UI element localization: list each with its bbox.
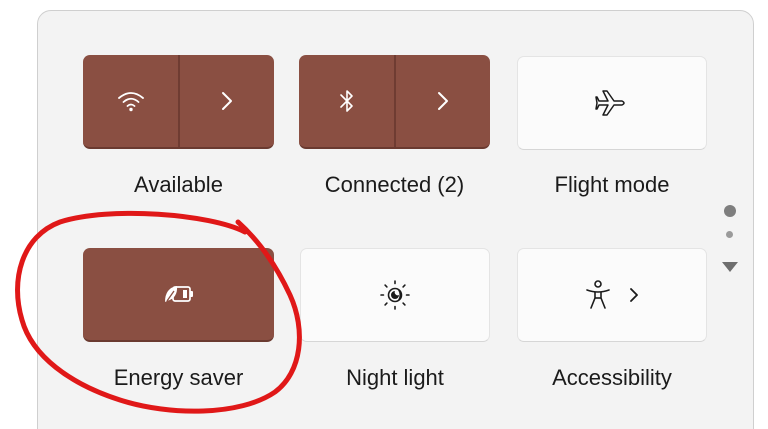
bluetooth-toggle-button[interactable]: [299, 55, 394, 147]
energy-saver-toggle-button[interactable]: [83, 248, 274, 342]
bluetooth-icon: [338, 87, 356, 115]
chevron-right-icon: [628, 286, 640, 304]
accessibility-icon: [584, 279, 612, 311]
night-light-icon: [378, 278, 412, 312]
energy-saver-label: Energy saver: [113, 365, 244, 390]
screenshot-canvas: Available Connected (2) Flight mode Ener…: [0, 0, 768, 429]
wifi-tile: [83, 55, 274, 149]
pager-dot[interactable]: [726, 231, 733, 238]
wifi-toggle-button[interactable]: [83, 55, 178, 147]
bluetooth-tile: [299, 55, 490, 149]
bluetooth-label: Connected (2): [324, 172, 465, 197]
chevron-right-icon: [220, 90, 234, 112]
airplane-icon: [595, 88, 629, 118]
wifi-icon: [116, 89, 146, 113]
wifi-label: Available: [134, 172, 223, 197]
wifi-expand-button[interactable]: [180, 55, 275, 147]
energy-saver-icon: [162, 282, 196, 306]
accessibility-button[interactable]: [517, 248, 707, 342]
flight-mode-label: Flight mode: [554, 172, 670, 197]
accessibility-label: Accessibility: [552, 365, 672, 390]
pager-down-arrow-icon[interactable]: [722, 262, 738, 272]
chevron-right-icon: [436, 90, 450, 112]
pager-dot-current[interactable]: [724, 205, 736, 217]
flight-mode-toggle-button[interactable]: [517, 56, 707, 150]
bluetooth-expand-button[interactable]: [396, 55, 491, 147]
night-light-toggle-button[interactable]: [300, 248, 490, 342]
night-light-label: Night light: [346, 365, 444, 390]
